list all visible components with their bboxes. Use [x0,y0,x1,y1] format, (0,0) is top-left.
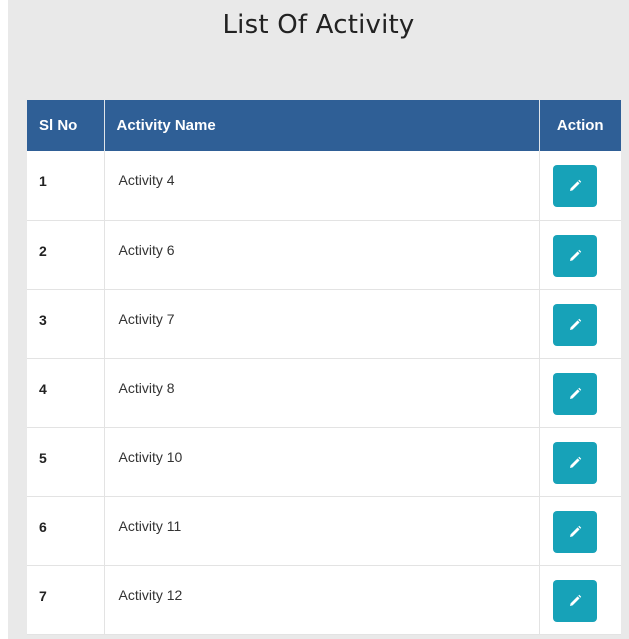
header-row: Sl No Activity Name Action [27,100,621,151]
pencil-icon [569,456,581,468]
table-row: 2 Activity 6 [27,220,621,290]
row-sl-no: 2 [27,220,105,290]
page-title: List Of Activity [222,10,415,40]
edit-button[interactable] [552,372,597,415]
row-activity-name: Activity 10 [104,427,540,497]
activity-panel: List Of Activity Sl No Activity Name Act… [8,0,629,639]
header-action: Action [539,100,621,151]
row-sl-no: 1 [27,151,105,221]
row-action-cell [539,358,621,428]
row-activity-name: Activity 8 [104,358,540,428]
row-activity-name: Activity 7 [104,289,540,359]
row-action-cell [539,151,621,221]
row-action-cell [539,565,621,635]
table-row: 3 Activity 7 [27,289,621,359]
edit-button[interactable] [552,510,597,553]
row-sl-no: 5 [27,427,105,497]
table-row: 5 Activity 10 [27,427,621,497]
header-sl-no: Sl No [27,100,105,151]
row-activity-name: Activity 4 [104,151,540,221]
table-body: 1 Activity 4 2 Activity 6 3 Activity 7 4… [27,151,621,635]
row-sl-no: 3 [27,289,105,359]
row-action-cell [539,220,621,290]
edit-button[interactable] [552,441,597,484]
pencil-icon [569,249,581,261]
table-row: 4 Activity 8 [27,358,621,428]
pencil-icon [569,525,581,537]
edit-button[interactable] [552,579,597,622]
row-activity-name: Activity 12 [104,565,540,635]
row-activity-name: Activity 11 [104,496,540,566]
row-sl-no: 4 [27,358,105,428]
table-header: Sl No Activity Name Action [27,100,621,151]
edit-button[interactable] [552,234,597,277]
edit-button[interactable] [552,303,597,346]
pencil-icon [569,594,581,606]
table-row: 1 Activity 4 [27,151,621,221]
row-sl-no: 6 [27,496,105,566]
row-action-cell [539,289,621,359]
row-sl-no: 7 [27,565,105,635]
table-row: 6 Activity 11 [27,496,621,566]
edit-button[interactable] [552,165,597,207]
pencil-icon [569,318,581,330]
activity-table: Sl No Activity Name Action 1 Activity 4 … [27,100,621,635]
row-activity-name: Activity 6 [104,220,540,290]
pencil-icon [569,179,581,191]
row-action-cell [539,427,621,497]
table-row: 7 Activity 12 [27,565,621,635]
row-action-cell [539,496,621,566]
pencil-icon [569,387,581,399]
header-activity-name: Activity Name [104,100,540,151]
